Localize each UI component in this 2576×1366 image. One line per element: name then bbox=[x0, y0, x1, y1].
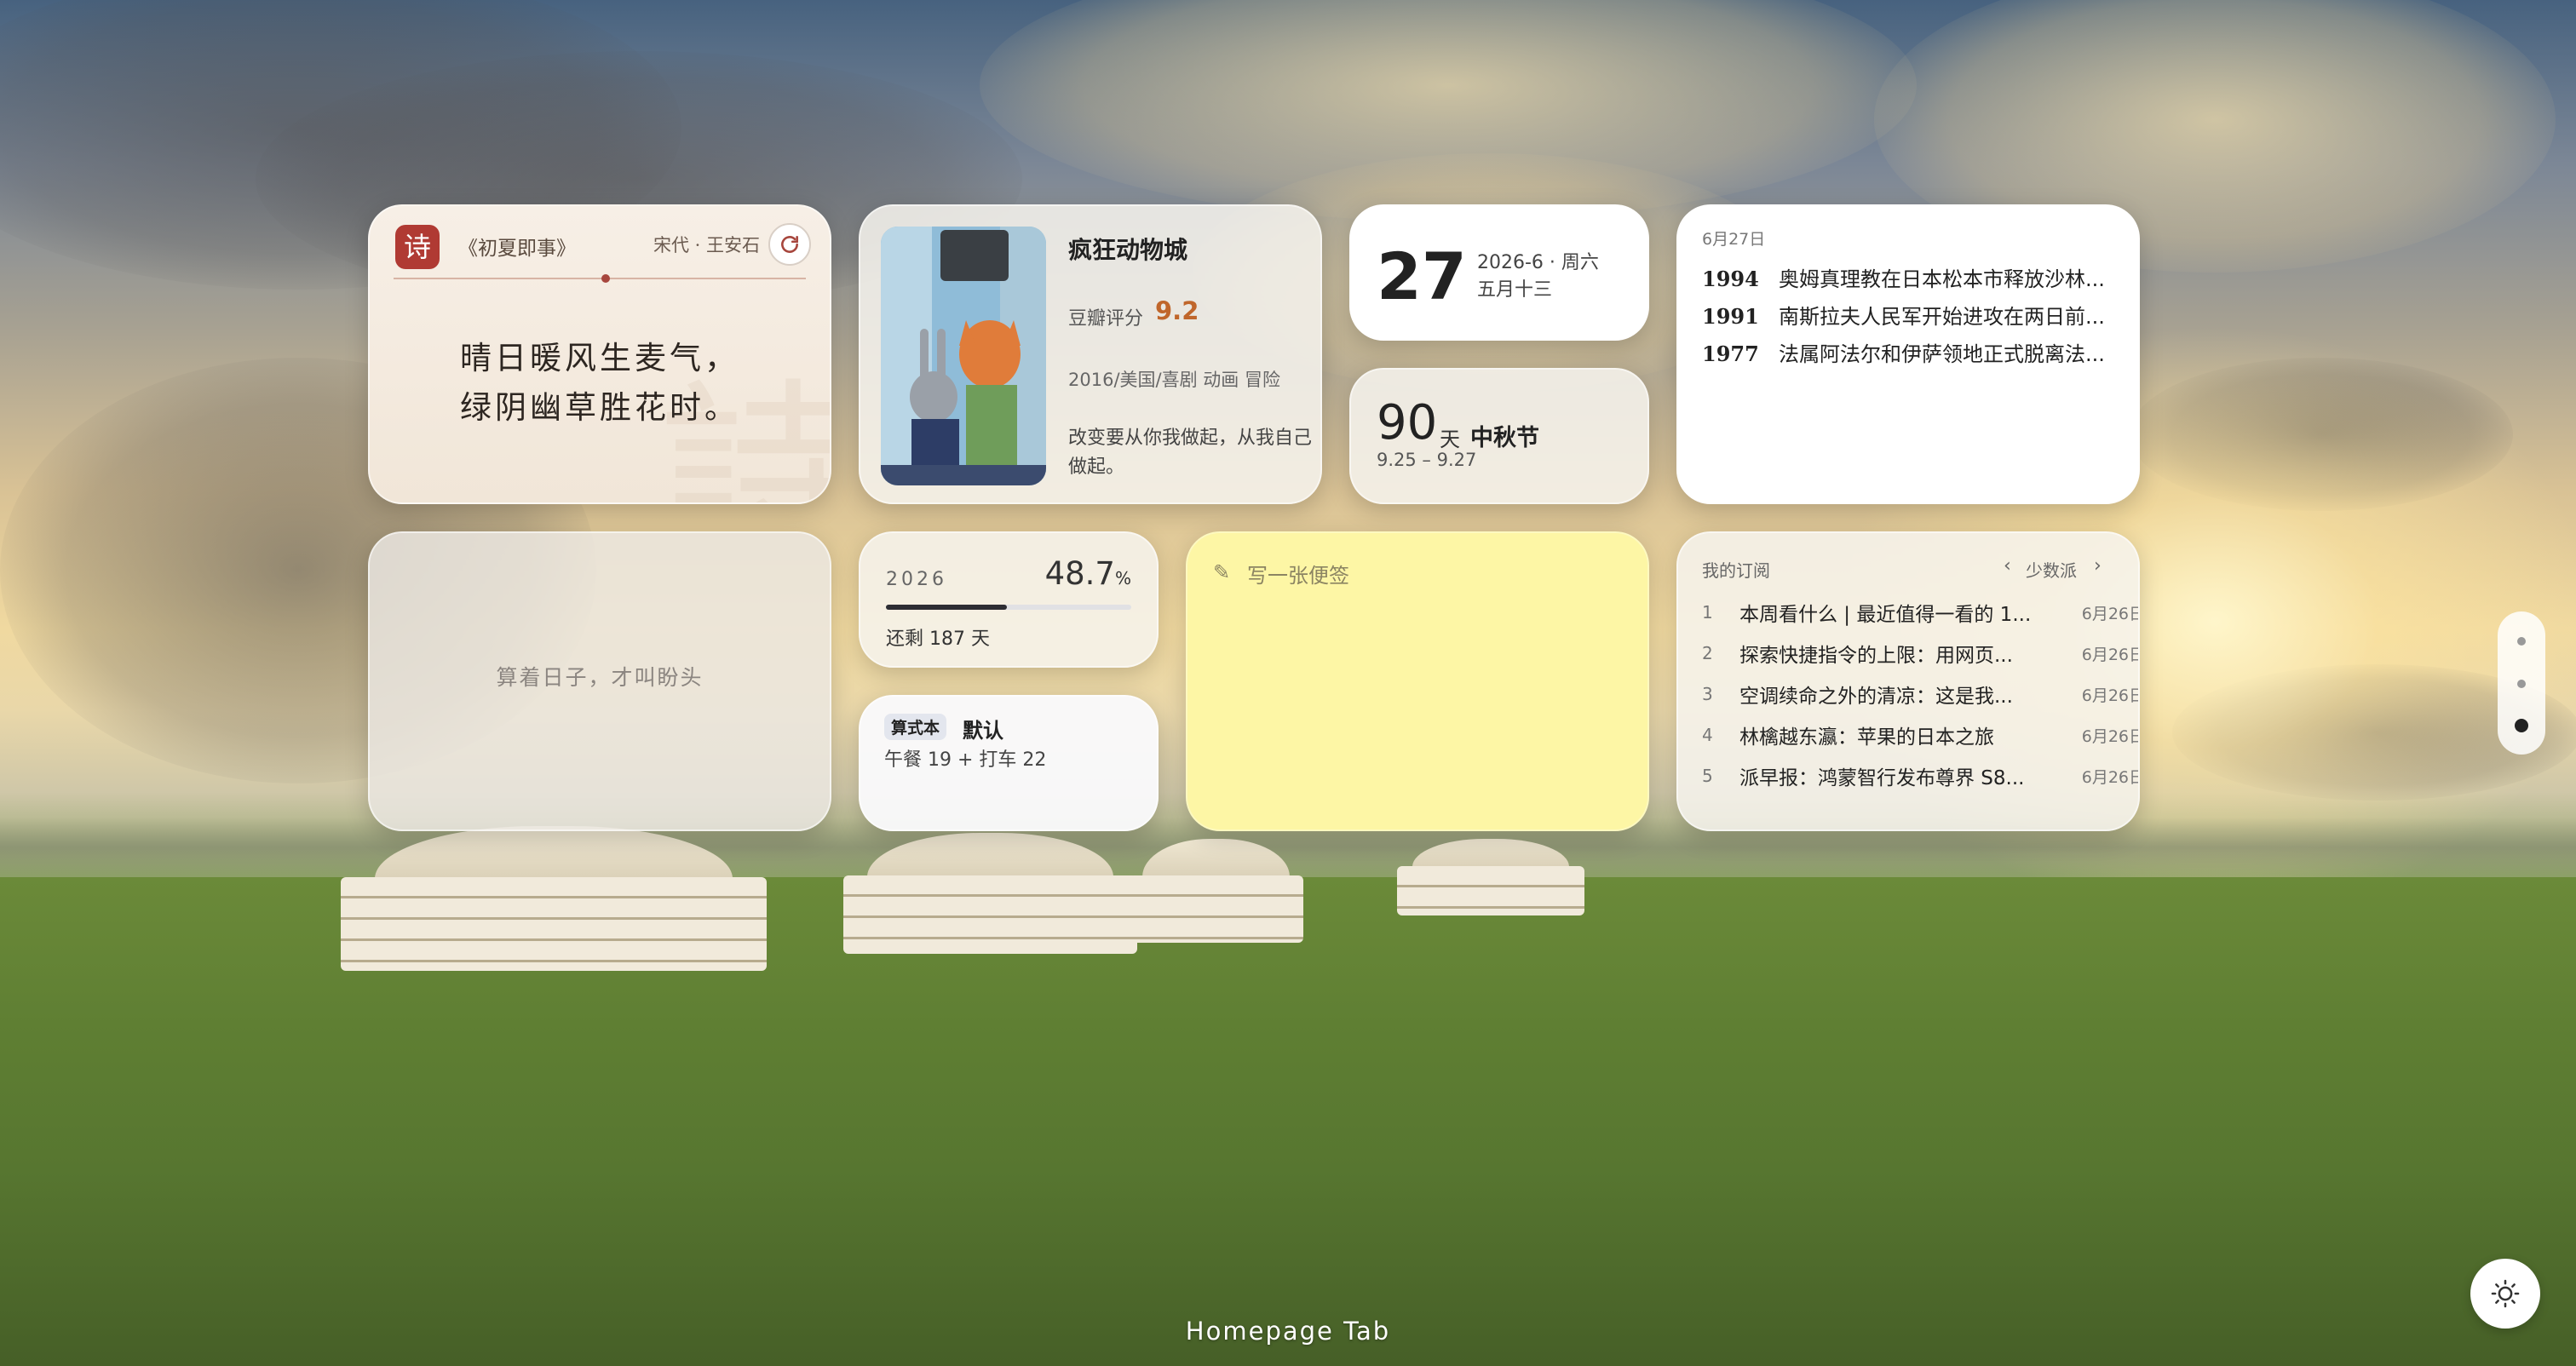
movie-poster[interactable] bbox=[881, 227, 1046, 485]
pencil-icon: ✎ bbox=[1213, 560, 1231, 584]
movie-title: 疯狂动物城 bbox=[1068, 236, 1188, 264]
date-month-weekday: 2026-6 · 周六 bbox=[1477, 252, 1599, 273]
subscription-title: 派早报：鸿蒙智行发布尊界 S8... bbox=[1739, 767, 2025, 789]
page-dot-2[interactable] bbox=[2517, 680, 2526, 688]
subscription-date: 6月26日 bbox=[2081, 726, 2140, 746]
poem-author: 宋代 · 王安石 bbox=[653, 235, 760, 255]
history-item[interactable]: 1977 法属阿法尔和伊萨领地正式脱离法... bbox=[1702, 337, 2105, 367]
history-item[interactable]: 1994 奥姆真理教在日本松本市释放沙林... bbox=[1702, 262, 2105, 292]
history-year: 1991 bbox=[1702, 304, 1759, 329]
movie-rating-label: 豆瓣评分 bbox=[1068, 308, 1144, 330]
subscription-date: 6月26日 bbox=[2081, 767, 2140, 787]
movie-widget[interactable]: 疯狂动物城 豆瓣评分 9.2 2016/美国/喜剧 动画 冒险 改变要从你我做起… bbox=[859, 204, 1322, 504]
subscription-item[interactable]: 4 林檎越东瀛：苹果的日本之旅 6月26日 bbox=[1702, 720, 2140, 749]
date-day: 27 bbox=[1377, 238, 1467, 314]
motto-text: 算着日子，才叫盼头 bbox=[496, 665, 704, 690]
poem-line-1: 晴日暖风生麦气， bbox=[460, 340, 739, 376]
page-dot-1[interactable] bbox=[2517, 637, 2526, 646]
refresh-icon bbox=[781, 236, 798, 253]
history-text: 法属阿法尔和伊萨领地正式脱离法... bbox=[1779, 342, 2105, 366]
sun-icon bbox=[2491, 1279, 2520, 1308]
poem-body: 晴日暖风生麦气， 绿阴幽草胜花时。 bbox=[370, 334, 830, 433]
poem-divider bbox=[394, 278, 806, 279]
subscription-index: 5 bbox=[1702, 766, 1713, 786]
calculator-tag: 算式本 bbox=[884, 714, 947, 740]
history-text: 南斯拉夫人民军开始进攻在两日前... bbox=[1779, 305, 2105, 329]
year-progress-percent-value: 48.7 bbox=[1044, 555, 1115, 592]
subscription-item[interactable]: 1 本周看什么 | 最近值得一看的 1... 6月26日 bbox=[1702, 598, 2140, 627]
page-dot-3[interactable] bbox=[2515, 719, 2528, 732]
footer-label: Homepage Tab bbox=[1185, 1317, 1391, 1346]
movie-rating: 9.2 bbox=[1155, 296, 1199, 325]
poem-line-2: 绿阴幽草胜花时。 bbox=[460, 389, 739, 426]
page-indicator[interactable] bbox=[2498, 611, 2545, 755]
history-year: 1994 bbox=[1702, 267, 1759, 291]
sticky-note-placeholder[interactable]: 写一张便签 bbox=[1247, 559, 1349, 588]
history-date: 6月27日 bbox=[1702, 230, 1766, 249]
date-widget[interactable]: 27 2026-6 · 周六 五月十三 bbox=[1349, 204, 1649, 341]
subscription-date: 6月26日 bbox=[2081, 604, 2140, 623]
year-progress-fill bbox=[886, 605, 1008, 610]
countdown-widget[interactable]: 90 天 中秋节 9.25 – 9.27 bbox=[1349, 368, 1649, 504]
calculator-expression: 午餐 19 + 打车 22 bbox=[884, 749, 1047, 771]
chevron-right-icon[interactable]: › bbox=[2094, 555, 2102, 577]
history-year: 1977 bbox=[1702, 342, 1759, 366]
countdown-days: 90 bbox=[1377, 395, 1438, 451]
subscriptions-widget[interactable]: 我的订阅 ‹ 少数派 › 1 本周看什么 | 最近值得一看的 1... 6月26… bbox=[1676, 531, 2140, 831]
subscription-title: 空调续命之外的清凉：这是我... bbox=[1739, 686, 2013, 708]
subscription-title: 林檎越东瀛：苹果的日本之旅 bbox=[1739, 726, 1994, 749]
poem-title: 《初夏即事》 bbox=[458, 238, 576, 260]
movie-poster-art bbox=[881, 227, 1046, 485]
movie-quote: 改变要从你我做起，从我自己做起。 bbox=[1068, 428, 1313, 478]
poem-badge: 诗 bbox=[395, 225, 440, 269]
subscription-index: 4 bbox=[1702, 725, 1713, 745]
year-progress-percent: 48.7% bbox=[1045, 555, 1131, 592]
poem-widget[interactable]: 詩 诗 《初夏即事》 宋代 · 王安石 晴日暖风生麦气， 绿阴幽草胜花时。 bbox=[368, 204, 831, 504]
motto-widget[interactable]: 算着日子，才叫盼头 bbox=[368, 531, 831, 831]
history-item[interactable]: 1991 南斯拉夫人民军开始进攻在两日前... bbox=[1702, 300, 2105, 330]
subscription-title: 本周看什么 | 最近值得一看的 1... bbox=[1739, 604, 2032, 626]
subscription-index: 3 bbox=[1702, 684, 1713, 704]
subscription-item[interactable]: 3 空调续命之外的清凉：这是我... 6月26日 bbox=[1702, 680, 2140, 709]
chevron-left-icon[interactable]: ‹ bbox=[2004, 555, 2011, 577]
countdown-range: 9.25 – 9.27 bbox=[1377, 450, 1477, 470]
subscription-index: 2 bbox=[1702, 643, 1713, 663]
history-text: 奥姆真理教在日本松本市释放沙林... bbox=[1779, 267, 2105, 291]
year-progress-year: 2026 bbox=[886, 569, 947, 590]
year-progress-widget[interactable]: 2026 48.7% 还剩 187 天 bbox=[859, 531, 1159, 668]
history-widget[interactable]: 6月27日 1994 奥姆真理教在日本松本市释放沙林... 1991 南斯拉夫人民军… bbox=[1676, 204, 2140, 504]
subscription-date: 6月26日 bbox=[2081, 645, 2140, 664]
movie-meta: 2016/美国/喜剧 动画 冒险 bbox=[1068, 370, 1280, 390]
subscriptions-source[interactable]: 少数派 bbox=[2026, 557, 2077, 582]
sticky-note-widget[interactable]: ✎ 写一张便签 bbox=[1186, 531, 1649, 831]
subscriptions-title: 我的订阅 bbox=[1702, 560, 1770, 581]
calculator-name: 默认 bbox=[963, 719, 1003, 743]
subscription-item[interactable]: 5 派早报：鸿蒙智行发布尊界 S8... 6月26日 bbox=[1702, 761, 2140, 790]
year-progress-percent-sign: % bbox=[1114, 568, 1131, 588]
calculator-widget[interactable]: 算式本 默认 午餐 19 + 打车 22 bbox=[859, 695, 1159, 831]
subscription-title: 探索快捷指令的上限：用网页... bbox=[1739, 645, 2013, 667]
poem-divider-dot bbox=[601, 274, 610, 283]
subscription-item[interactable]: 2 探索快捷指令的上限：用网页... 6月26日 bbox=[1702, 639, 2140, 668]
date-lunar: 五月十三 bbox=[1477, 279, 1553, 301]
subscription-date: 6月26日 bbox=[2081, 686, 2140, 705]
subscription-index: 1 bbox=[1702, 602, 1713, 623]
year-progress-remaining: 还剩 187 天 bbox=[886, 628, 990, 650]
refresh-button[interactable] bbox=[768, 223, 811, 266]
countdown-name: 中秋节 bbox=[1470, 425, 1539, 451]
countdown-unit: 天 bbox=[1440, 428, 1460, 451]
